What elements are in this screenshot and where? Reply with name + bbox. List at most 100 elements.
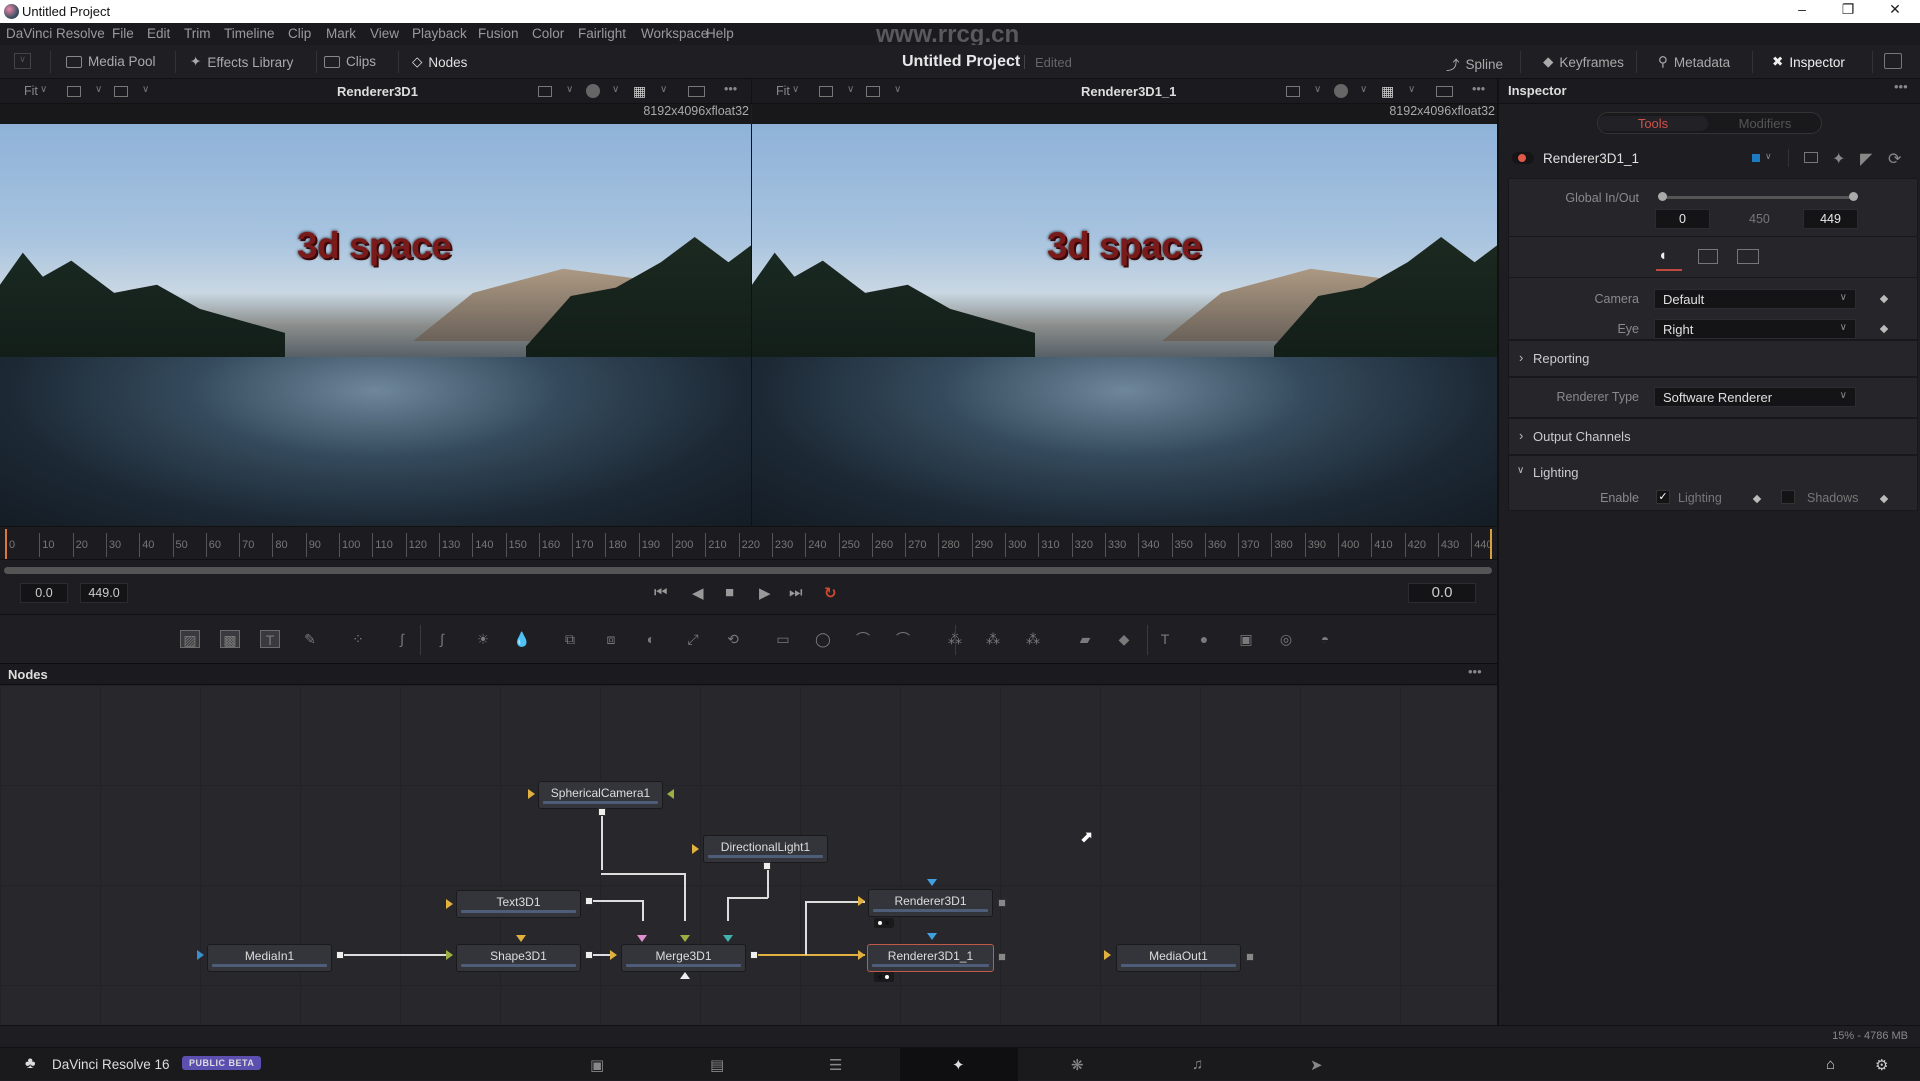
node-output-port[interactable] <box>998 899 1006 907</box>
skip-to-end-icon[interactable]: ⏭ <box>789 584 803 601</box>
pin-icon[interactable]: ✦ <box>1832 149 1845 169</box>
tab-modifiers[interactable]: Modifiers <box>1710 116 1820 131</box>
stop-icon[interactable]: ■ <box>725 584 734 601</box>
fusion-page-tab[interactable]: ✦ <box>900 1048 1018 1081</box>
nodes-more-icon[interactable]: ••• <box>1468 664 1482 679</box>
menu-davinci-resolve[interactable]: DaVinci Resolve <box>6 26 105 41</box>
particle-merge-icon[interactable]: ⁂ <box>1023 630 1043 648</box>
blur-icon[interactable]: 💧 <box>512 630 532 648</box>
menu-clip[interactable]: Clip <box>288 26 311 41</box>
keyframe-icon[interactable] <box>1879 494 1889 504</box>
keyframe-icon[interactable] <box>1879 294 1889 304</box>
color-curves-icon[interactable]: ∫ <box>392 630 412 648</box>
checker-icon[interactable] <box>1436 86 1453 97</box>
loop-icon[interactable]: ↻ <box>824 584 837 602</box>
image-plane-icon[interactable]: ▰ <box>1075 630 1095 648</box>
settings-tab-icon[interactable] <box>1737 249 1759 264</box>
split-view-icon[interactable] <box>67 86 81 97</box>
inspector-more-icon[interactable]: ••• <box>1894 79 1908 94</box>
global-in-out-slider[interactable] <box>1662 196 1852 199</box>
viewer-left-more-icon[interactable]: ••• <box>724 82 737 96</box>
viewer-right[interactable]: 3d space <box>752 124 1497 526</box>
menu-mark[interactable]: Mark <box>326 26 356 41</box>
rectangle-mask-icon[interactable]: ▭ <box>773 630 793 648</box>
fairlight-page-icon[interactable]: ♫ <box>1192 1056 1203 1073</box>
menu-file[interactable]: File <box>112 26 134 41</box>
lighting-checkbox[interactable]: ✓ <box>1656 490 1670 504</box>
transform-icon[interactable]: ⟲ <box>723 630 743 648</box>
restore-icon[interactable]: ❐ <box>1828 1 1868 18</box>
brightness-contrast-icon[interactable]: ☀ <box>473 630 493 648</box>
in-handle[interactable] <box>1658 192 1667 201</box>
inspector-button[interactable]: ✖ Inspector <box>1772 54 1845 70</box>
grid-icon[interactable]: ▦ <box>1381 83 1394 100</box>
node-output-port[interactable] <box>585 897 593 905</box>
menu-view[interactable]: View <box>370 26 399 41</box>
matte-control-icon[interactable]: ◐ <box>641 630 661 648</box>
camera3d-icon[interactable]: ▣ <box>1236 630 1256 648</box>
output-channels-section[interactable]: › Output Channels <box>1508 418 1918 455</box>
edit-page-icon[interactable]: ☰ <box>829 1056 842 1074</box>
menu-fusion[interactable]: Fusion <box>478 26 519 41</box>
color-channel-icon[interactable] <box>1334 84 1348 98</box>
light-icon[interactable]: ◎ <box>1276 630 1296 648</box>
viewer-left-fit[interactable]: Fit <box>24 84 38 98</box>
menu-color[interactable]: Color <box>532 26 564 41</box>
viewer-indicator[interactable] <box>874 972 894 982</box>
roi-icon[interactable] <box>866 86 880 97</box>
renderer3d-icon[interactable]: ◓ <box>1315 630 1335 648</box>
tool-color-swatch[interactable] <box>1752 154 1760 162</box>
menu-edit[interactable]: Edit <box>147 26 170 41</box>
node-mediain1[interactable]: MediaIn1 <box>207 944 332 972</box>
viewer-indicator[interactable] <box>874 918 894 928</box>
node-output-port[interactable] <box>750 951 758 959</box>
text-icon[interactable]: T <box>260 630 280 648</box>
text3d-icon[interactable]: T <box>1155 630 1175 648</box>
particles-icon[interactable]: ⁘ <box>348 630 368 648</box>
nodes-button[interactable]: ◇ Nodes <box>412 54 467 70</box>
menu-workspace[interactable]: Workspace <box>641 26 708 41</box>
current-time-field[interactable]: 0.0 <box>1408 583 1476 603</box>
lut-icon[interactable] <box>1286 86 1300 97</box>
split-view-icon[interactable] <box>819 86 833 97</box>
reset-icon[interactable]: ⟳ <box>1888 149 1901 169</box>
node-renderer3d1[interactable]: Renderer3D1 <box>868 889 993 917</box>
checker-icon[interactable] <box>688 86 705 97</box>
clips-button[interactable]: Clips <box>324 54 376 69</box>
node-output-port[interactable] <box>763 862 771 870</box>
resize-icon[interactable]: ⤢ <box>683 630 703 648</box>
node-sphericalcamera1[interactable]: SphericalCamera1 <box>538 781 663 809</box>
color-channel-icon[interactable] <box>586 84 600 98</box>
grid-icon[interactable]: ▦ <box>633 83 646 100</box>
image-tab-icon[interactable] <box>1698 249 1718 264</box>
roi-icon[interactable] <box>114 86 128 97</box>
cut-page-icon[interactable]: ▤ <box>710 1056 724 1074</box>
node-graph[interactable]: SphericalCamera1 DirectionalLight1 Text3… <box>0 685 1497 1025</box>
shape3d-icon[interactable]: ◆ <box>1114 630 1134 648</box>
media-page-icon[interactable]: ▣ <box>590 1056 604 1074</box>
minimize-icon[interactable]: – <box>1782 1 1822 17</box>
chevron-down-icon[interactable]: ∨ <box>1765 151 1772 162</box>
color-corrector-icon[interactable]: ∫ <box>432 630 452 648</box>
channel-boolean-icon[interactable]: ⧈ <box>601 630 621 648</box>
panel-toggle-button[interactable]: ∨ <box>14 53 31 69</box>
controls-tab-icon[interactable]: ◖ <box>1658 247 1667 264</box>
global-start-field[interactable]: 0.0 <box>20 583 68 603</box>
renderer-type-dropdown[interactable]: Software Renderer ∨ <box>1654 387 1856 407</box>
particle-render-icon[interactable]: ⁂ <box>983 630 1003 648</box>
skip-to-start-icon[interactable]: ⏮ <box>654 584 668 601</box>
deliver-page-icon[interactable]: ➤ <box>1310 1056 1323 1074</box>
menu-timeline[interactable]: Timeline <box>224 26 275 41</box>
node-text3d1[interactable]: Text3D1 <box>456 890 581 918</box>
node-output-port[interactable] <box>585 951 593 959</box>
tool-enable-toggle[interactable] <box>1512 152 1534 164</box>
fast-noise-icon[interactable]: ▩ <box>220 630 240 648</box>
media-pool-button[interactable]: Media Pool <box>66 54 156 69</box>
shadows-checkbox[interactable] <box>1781 490 1795 504</box>
viewer-right-fit[interactable]: Fit <box>776 84 790 98</box>
chevron-down-icon[interactable]: ∨ <box>1517 465 1524 476</box>
bspline-mask-icon[interactable]: ⌒ <box>893 630 913 648</box>
settings-gear-icon[interactable]: ⚙ <box>1875 1056 1888 1074</box>
home-icon[interactable]: ⌂ <box>1826 1056 1835 1073</box>
node-output-port[interactable] <box>1246 953 1254 961</box>
